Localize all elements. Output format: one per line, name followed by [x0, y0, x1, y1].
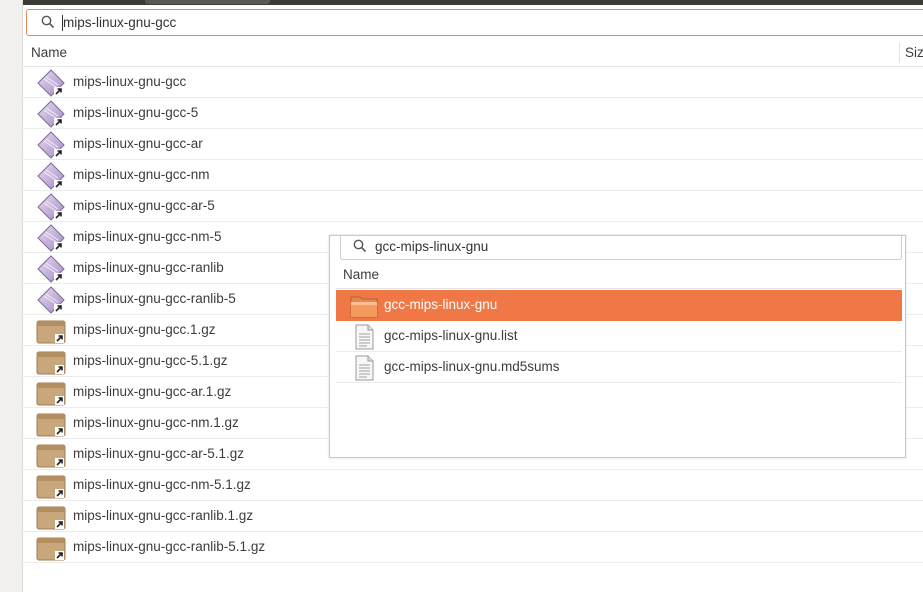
file-name: mips-linux-gnu-gcc-ranlib.1.gz [73, 508, 254, 523]
column-name-header[interactable]: Name [31, 45, 67, 60]
file-name: mips-linux-gnu-gcc [73, 74, 187, 89]
archive-link-icon [36, 503, 66, 531]
popup-file-browser: gcc-mips-linux-gnu Name gcc-mips-linux-g… [329, 235, 906, 458]
column-separator[interactable] [899, 43, 900, 63]
file-name: mips-linux-gnu-gcc.1.gz [73, 322, 216, 337]
archive-link-icon [36, 410, 66, 438]
file-row[interactable]: mips-linux-gnu-gcc-ar [22, 129, 923, 160]
popup-file-name: gcc-mips-linux-gnu.list [384, 328, 518, 343]
file-name: mips-linux-gnu-gcc-ranlib [73, 260, 224, 275]
popup-column-header: Name [336, 264, 902, 289]
text-file-icon [350, 324, 378, 350]
file-name: mips-linux-gnu-gcc-ar-5.1.gz [73, 446, 245, 461]
popup-search-input[interactable]: gcc-mips-linux-gnu [340, 236, 902, 260]
file-name: mips-linux-gnu-gcc-5.1.gz [73, 353, 228, 368]
file-row[interactable]: mips-linux-gnu-gcc-nm [22, 160, 923, 191]
file-row[interactable]: mips-linux-gnu-gcc-ranlib-5.1.gz [22, 532, 923, 563]
archive-link-icon [36, 348, 66, 376]
archive-link-icon [36, 441, 66, 469]
column-header: Name Siz [22, 40, 923, 67]
sidebar-edge [0, 0, 23, 592]
search-value: mips-linux-gnu-gcc [63, 15, 177, 30]
column-size-header[interactable]: Siz [905, 45, 923, 60]
file-row[interactable]: mips-linux-gnu-gcc-5 [22, 98, 923, 129]
executable-link-icon [36, 69, 66, 97]
file-name: mips-linux-gnu-gcc-5 [73, 105, 199, 120]
file-name: mips-linux-gnu-gcc-nm.1.gz [73, 415, 239, 430]
popup-file-row[interactable]: gcc-mips-linux-gnu.list [336, 321, 902, 352]
file-row[interactable]: mips-linux-gnu-gcc-nm-5.1.gz [22, 470, 923, 501]
file-row[interactable]: mips-linux-gnu-gcc-ranlib.1.gz [22, 501, 923, 532]
search-input[interactable]: mips-linux-gnu-gcc [26, 9, 923, 36]
archive-link-icon [36, 317, 66, 345]
file-row[interactable]: mips-linux-gnu-gcc-ar-5 [22, 191, 923, 222]
file-name: mips-linux-gnu-gcc-nm-5.1.gz [73, 477, 251, 492]
file-name: mips-linux-gnu-gcc-nm [73, 167, 210, 182]
window-tab[interactable] [145, 0, 270, 4]
search-icon [353, 239, 367, 253]
executable-link-icon [36, 224, 66, 252]
executable-link-icon [36, 131, 66, 159]
executable-link-icon [36, 255, 66, 283]
popup-file-list: gcc-mips-linux-gnu gcc-mips-linux-gnu.lis… [336, 290, 902, 383]
popup-column-name-header[interactable]: Name [343, 267, 379, 282]
file-name: mips-linux-gnu-gcc-ranlib-5.1.gz [73, 539, 266, 554]
popup-file-name: gcc-mips-linux-gnu [384, 297, 498, 312]
folder-icon [350, 293, 378, 319]
file-name: mips-linux-gnu-gcc-nm-5 [73, 229, 222, 244]
text-file-icon [350, 355, 378, 381]
executable-link-icon [36, 100, 66, 128]
window-top-bar [0, 0, 923, 5]
popup-file-name: gcc-mips-linux-gnu.md5sums [384, 359, 560, 374]
file-row[interactable]: mips-linux-gnu-gcc [22, 67, 923, 98]
file-name: mips-linux-gnu-gcc-ar [73, 136, 203, 151]
popup-search-value: gcc-mips-linux-gnu [375, 239, 489, 254]
popup-file-row-selected[interactable]: gcc-mips-linux-gnu [336, 290, 902, 321]
executable-link-icon [36, 162, 66, 190]
archive-link-icon [36, 472, 66, 500]
file-name: mips-linux-gnu-gcc-ar.1.gz [73, 384, 232, 399]
file-name: mips-linux-gnu-gcc-ar-5 [73, 198, 215, 213]
search-icon [41, 15, 55, 29]
archive-link-icon [36, 379, 66, 407]
archive-link-icon [36, 534, 66, 562]
executable-link-icon [36, 286, 66, 314]
popup-file-row[interactable]: gcc-mips-linux-gnu.md5sums [336, 352, 902, 383]
executable-link-icon [36, 193, 66, 221]
file-name: mips-linux-gnu-gcc-ranlib-5 [73, 291, 236, 306]
